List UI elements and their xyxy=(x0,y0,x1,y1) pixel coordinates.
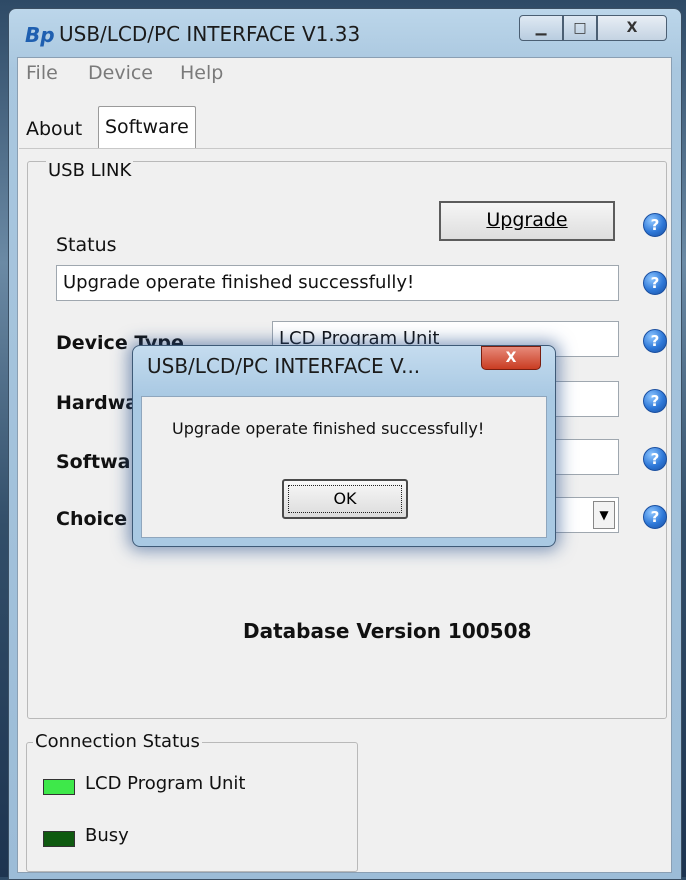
help-icon[interactable]: ? xyxy=(643,447,667,471)
help-icon[interactable]: ? xyxy=(643,505,667,529)
maximize-button[interactable]: □ xyxy=(563,15,597,41)
ok-button[interactable]: OK xyxy=(282,479,408,519)
help-icon[interactable]: ? xyxy=(643,329,667,353)
help-icon[interactable]: ? xyxy=(643,271,667,295)
app-logo-icon: Bp xyxy=(25,23,55,47)
dialog-body: Upgrade operate finished successfully! O… xyxy=(141,396,547,538)
usb-link-title: USB LINK xyxy=(46,160,134,181)
led-indicator-icon xyxy=(43,831,75,847)
menu-device[interactable]: Device xyxy=(88,62,153,84)
software-version-label: Softwa xyxy=(56,451,131,473)
close-button[interactable]: X xyxy=(597,15,667,41)
tab-software[interactable]: Software xyxy=(98,106,196,150)
help-icon[interactable]: ? xyxy=(643,213,667,237)
connection-status-title: Connection Status xyxy=(33,731,202,752)
status-field[interactable]: Upgrade operate finished successfully! xyxy=(56,265,619,301)
dialog-close-button[interactable]: X xyxy=(481,346,541,370)
lcd-program-unit-status: LCD Program Unit xyxy=(85,773,246,794)
upgrade-label: Upgrade xyxy=(486,209,568,231)
led-indicator-icon xyxy=(43,779,75,795)
status-label: Status xyxy=(56,234,117,256)
tab-about[interactable]: About xyxy=(20,110,88,148)
title-bar[interactable]: Bp USB/LCD/PC INTERFACE V1.33 ▁ □ X xyxy=(9,9,681,57)
minimize-button[interactable]: ▁ xyxy=(519,15,563,41)
menu-bar: File Device Help xyxy=(18,58,671,88)
help-icon[interactable]: ? xyxy=(643,389,667,413)
choice-label: Choice xyxy=(56,508,128,530)
window-title: USB/LCD/PC INTERFACE V1.33 xyxy=(59,22,361,46)
busy-status: Busy xyxy=(85,825,129,846)
hardware-version-label: Hardwa xyxy=(56,392,139,414)
dialog-title: USB/LCD/PC INTERFACE V... xyxy=(147,354,421,378)
chevron-down-icon[interactable]: ▼ xyxy=(593,501,615,529)
ok-label: OK xyxy=(288,485,402,513)
database-version: Database Version 100508 xyxy=(243,619,532,643)
menu-file[interactable]: File xyxy=(26,62,58,84)
upgrade-button[interactable]: Upgrade xyxy=(439,201,615,241)
message-dialog: USB/LCD/PC INTERFACE V... X Upgrade oper… xyxy=(132,345,556,547)
dialog-message: Upgrade operate finished successfully! xyxy=(172,419,485,438)
menu-help[interactable]: Help xyxy=(180,62,223,84)
connection-status-group: Connection Status LCD Program Unit Busy xyxy=(26,731,358,872)
